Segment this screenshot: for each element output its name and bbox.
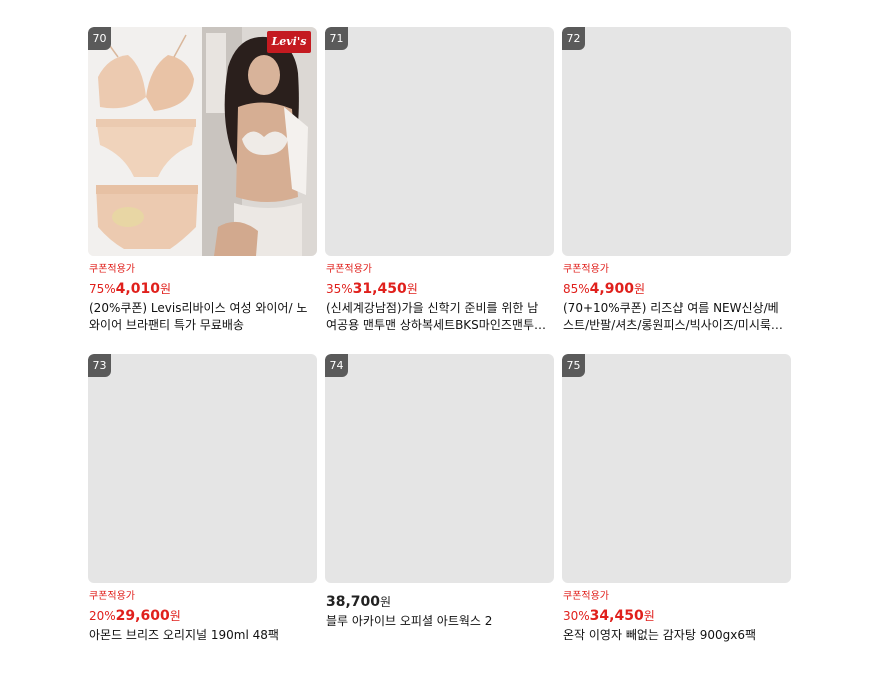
coupon-label: 쿠폰적용가: [89, 264, 135, 275]
sale-price: 38,700: [326, 594, 381, 610]
rank-badge: 70: [88, 27, 111, 50]
product-photo: [88, 27, 317, 256]
price-line: 75%4,010원: [89, 279, 317, 297]
price-line: 35%31,450원: [326, 279, 554, 297]
rank-badge: 73: [88, 354, 111, 377]
currency: 원: [380, 595, 392, 609]
product-image[interactable]: 74: [325, 354, 554, 583]
discount-rate: 20%: [89, 609, 116, 623]
product-card[interactable]: 71 쿠폰적용가 35%31,450원 (신세계강남점)가을 신학기 준비를 위…: [325, 27, 554, 354]
product-card[interactable]: 74 38,700원 블루 아카이브 오피셜 아트웍스 2: [325, 354, 554, 681]
sale-price: 4,900: [589, 281, 634, 297]
product-title[interactable]: 아몬드 브리즈 오리지널 190ml 48팩: [89, 627, 311, 644]
currency: 원: [633, 282, 646, 296]
product-image[interactable]: Levi's 70: [88, 27, 317, 256]
currency: 원: [159, 282, 172, 296]
product-card[interactable]: Levi's 70 쿠폰적용가 75%4,010원 (20%쿠폰) Levis리…: [88, 27, 317, 354]
price-line: 20%29,600원: [89, 606, 317, 624]
product-card[interactable]: 73 쿠폰적용가 20%29,600원 아몬드 브리즈 오리지널 190ml 4…: [88, 354, 317, 681]
product-image[interactable]: 71: [325, 27, 554, 256]
product-title[interactable]: 온작 이영자 빼없는 감자탕 900gx6팩: [563, 627, 785, 644]
product-title[interactable]: (신세계강남점)가을 신학기 준비를 위한 남여공용 맨투맨 상하복세트BKS마…: [326, 300, 548, 333]
product-title[interactable]: (20%쿠폰) Levis리바이스 여성 와이어/ 노와이어 브라팬티 특가 무…: [89, 300, 311, 333]
rank-badge: 75: [562, 354, 585, 377]
product-image[interactable]: 75: [562, 354, 791, 583]
currency: 원: [643, 609, 655, 623]
coupon-label: 쿠폰적용가: [563, 264, 609, 275]
rank-badge: 72: [562, 27, 585, 50]
product-card[interactable]: 75 쿠폰적용가 30%34,450원 온작 이영자 빼없는 감자탕 900gx…: [562, 354, 791, 681]
sale-price: 29,600: [115, 608, 170, 624]
sale-price: 34,450: [589, 608, 644, 624]
product-card[interactable]: 72 쿠폰적용가 85%4,900원 (70+10%쿠폰) 리즈샵 여름 NEW…: [562, 27, 791, 354]
coupon-label: 쿠폰적용가: [563, 591, 609, 602]
product-image[interactable]: 73: [88, 354, 317, 583]
price-line: 85%4,900원: [563, 279, 791, 297]
product-title[interactable]: (70+10%쿠폰) 리즈샵 여름 NEW신상/베스트/반팔/셔츠/롱원피스/빅…: [563, 300, 785, 333]
discount-rate: 30%: [563, 609, 590, 623]
price-line: 38,700원: [326, 592, 554, 610]
product-title[interactable]: 블루 아카이브 오피셜 아트웍스 2: [326, 613, 548, 630]
discount-rate: 35%: [326, 282, 353, 296]
coupon-label: 쿠폰적용가: [89, 591, 135, 602]
product-image[interactable]: 72: [562, 27, 791, 256]
price-line: 30%34,450원: [563, 606, 791, 624]
sale-price: 31,450: [352, 281, 407, 297]
rank-badge: 74: [325, 354, 348, 377]
sale-price: 4,010: [115, 281, 160, 297]
rank-badge: 71: [325, 27, 348, 50]
brand-logo: Levi's: [267, 31, 311, 53]
discount-rate: 75%: [89, 282, 116, 296]
coupon-label: 쿠폰적용가: [326, 264, 372, 275]
discount-rate: 85%: [563, 282, 590, 296]
product-grid: Levi's 70 쿠폰적용가 75%4,010원 (20%쿠폰) Levis리…: [88, 27, 791, 681]
currency: 원: [406, 282, 418, 296]
currency: 원: [169, 609, 181, 623]
